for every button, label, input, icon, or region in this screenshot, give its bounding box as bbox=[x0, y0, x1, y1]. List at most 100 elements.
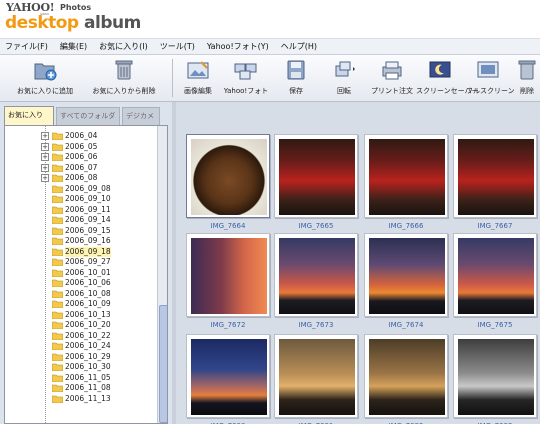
print-order-label: プリント注文 bbox=[371, 87, 413, 95]
photo-thumbnail[interactable] bbox=[453, 334, 537, 418]
tree-item[interactable]: 2006_10_20 bbox=[5, 320, 155, 331]
tree-item-label: 2006_10_06 bbox=[65, 278, 111, 287]
delete-button[interactable]: 削除 bbox=[514, 58, 540, 96]
edit-image-button[interactable]: 画像編集 bbox=[178, 58, 218, 96]
tree-item-label: 2006_09_11 bbox=[65, 204, 111, 214]
folder-icon bbox=[51, 300, 64, 309]
tree-scroll-thumb[interactable] bbox=[159, 305, 167, 423]
tree-item-label: 2006_11_13 bbox=[65, 393, 111, 403]
photo-thumbnail[interactable] bbox=[453, 134, 537, 218]
tree-item-label: 2006_05 bbox=[65, 141, 98, 151]
expand-icon[interactable]: + bbox=[41, 174, 49, 182]
tree-item[interactable]: 2006_11_08 bbox=[5, 383, 155, 394]
tree-item-label: 2006_10_13 bbox=[65, 309, 111, 319]
folder-icon bbox=[51, 321, 64, 330]
tree-item[interactable]: 2006_09_15 bbox=[5, 226, 155, 237]
remove-favorite-label: お気に入りから削除 bbox=[92, 87, 156, 95]
folder-icon bbox=[51, 395, 64, 403]
menu-edit[interactable]: 編集(E) bbox=[60, 41, 87, 52]
photo-thumbnail[interactable] bbox=[186, 334, 270, 418]
photo-thumbnail[interactable] bbox=[274, 134, 358, 218]
folder-icon bbox=[51, 258, 64, 267]
save-button[interactable]: 保存 bbox=[278, 58, 314, 96]
print-order-button[interactable]: プリント注文 bbox=[370, 58, 414, 96]
menu-favorites[interactable]: お気に入り(I) bbox=[99, 41, 148, 52]
folder-icon bbox=[51, 248, 64, 256]
edit-image-label: 画像編集 bbox=[184, 87, 212, 95]
photo-image bbox=[191, 139, 267, 215]
add-favorite-label: お気に入りに追加 bbox=[17, 87, 73, 95]
tree-item[interactable]: 2006_10_09 bbox=[5, 299, 155, 310]
photo-caption: IMG_7672 bbox=[210, 321, 246, 329]
tree-item[interactable]: 2006_10_30 bbox=[5, 362, 155, 373]
tree-item[interactable]: 2006_09_08 bbox=[5, 184, 155, 195]
tree-item[interactable]: +2006_08 bbox=[5, 173, 155, 184]
rotate-button[interactable]: 回転 bbox=[326, 58, 362, 96]
tree-item[interactable]: 2006_10_06 bbox=[5, 278, 155, 289]
folder-icon bbox=[51, 195, 64, 204]
folder-icon bbox=[51, 174, 64, 183]
menu-bar: ファイル(F) 編集(E) お気に入り(I) ツール(T) Yahoo!フォト(… bbox=[0, 38, 540, 55]
menu-help[interactable]: ヘルプ(H) bbox=[281, 41, 317, 52]
photo-thumbnail[interactable] bbox=[274, 334, 358, 418]
photo-thumbnail[interactable] bbox=[453, 233, 537, 317]
expand-icon[interactable]: + bbox=[41, 132, 49, 140]
app-brand: desktop album bbox=[5, 13, 141, 33]
left-panel: お気に入り すべてのフォルダ デジカメ +2006_04 +2006_05 +200… bbox=[0, 102, 172, 424]
trash-icon bbox=[514, 58, 540, 82]
fullscreen-button[interactable]: フルスクリーン bbox=[466, 58, 515, 96]
photo-thumbnail[interactable] bbox=[186, 233, 270, 317]
remove-favorite-button[interactable]: お気に入りから削除 bbox=[86, 58, 162, 96]
expand-icon[interactable]: + bbox=[41, 153, 49, 161]
folder-icon bbox=[51, 269, 64, 277]
tree-item[interactable]: 2006_10_22 bbox=[5, 331, 155, 342]
app-header: YAHOO! JAPAN Photos desktop album bbox=[0, 0, 540, 38]
tree-item[interactable]: 2006_09_18 bbox=[5, 246, 155, 257]
screensaver-button[interactable]: スクリーンセーバー bbox=[416, 58, 479, 96]
menu-yahoo-photo[interactable]: Yahoo!フォト(Y) bbox=[207, 41, 269, 52]
tree-item[interactable]: 2006_10_29 bbox=[5, 352, 155, 363]
photo-thumbnail[interactable] bbox=[186, 134, 270, 218]
menu-file[interactable]: ファイル(F) bbox=[5, 41, 48, 52]
tree-item[interactable]: 2006_11_13 bbox=[5, 394, 155, 405]
photo-thumbnail[interactable] bbox=[364, 134, 448, 218]
brand-album: album bbox=[84, 13, 141, 33]
tree-item[interactable]: +2006_04 bbox=[5, 131, 155, 142]
tree-item[interactable]: 2006_10_13 bbox=[5, 310, 155, 321]
print-icon bbox=[379, 58, 405, 82]
tab-favorites[interactable]: お気に入り bbox=[4, 106, 54, 126]
yahoo-photo-button[interactable]: Yahoo!フォト bbox=[223, 58, 269, 96]
photo-thumbnail[interactable] bbox=[274, 233, 358, 317]
tree-item-label: 2006_06 bbox=[65, 152, 98, 161]
folder-icon bbox=[51, 353, 64, 361]
tree-item[interactable]: 2006_10_01 bbox=[5, 268, 155, 279]
tree-item-label: 2006_09_08 bbox=[65, 183, 111, 193]
tree-item-label: 2006_09_16 bbox=[65, 236, 111, 245]
tree-item[interactable]: 2006_09_10 bbox=[5, 194, 155, 205]
tree-item[interactable]: 2006_09_14 bbox=[5, 215, 155, 226]
expand-icon[interactable]: + bbox=[41, 163, 49, 172]
brand-desktop: desktop bbox=[5, 13, 79, 33]
photo-caption: IMG_7665 bbox=[298, 222, 334, 230]
expand-icon[interactable]: + bbox=[41, 142, 49, 151]
folder-icon bbox=[51, 185, 64, 193]
tree-item-label: 2006_07 bbox=[65, 162, 98, 172]
tree-item[interactable]: 2006_10_08 bbox=[5, 289, 155, 300]
tree-item[interactable]: 2006_11_05 bbox=[5, 373, 155, 384]
tree-item[interactable]: 2006_09_11 bbox=[5, 205, 155, 216]
tree-item[interactable]: 2006_09_16 bbox=[5, 236, 155, 247]
tab-digital-camera[interactable]: デジカメ bbox=[122, 107, 160, 125]
tree-item[interactable]: +2006_07 bbox=[5, 163, 155, 174]
photo-thumbnail[interactable] bbox=[364, 233, 448, 317]
delete-label: 削除 bbox=[520, 87, 534, 95]
tab-all-folders[interactable]: すべてのフォルダ bbox=[56, 107, 120, 125]
tree-item[interactable]: +2006_05 bbox=[5, 142, 155, 153]
photo-thumbnail[interactable] bbox=[364, 334, 448, 418]
tree-item[interactable]: 2006_10_24 bbox=[5, 341, 155, 352]
tree-scrollbar[interactable] bbox=[157, 126, 167, 423]
tree-item[interactable]: +2006_06 bbox=[5, 152, 155, 163]
photo-image bbox=[279, 238, 355, 314]
tree-item[interactable]: 2006_09_27 bbox=[5, 257, 155, 268]
add-favorite-button[interactable]: お気に入りに追加 bbox=[8, 58, 82, 96]
menu-tools[interactable]: ツール(T) bbox=[160, 41, 195, 52]
